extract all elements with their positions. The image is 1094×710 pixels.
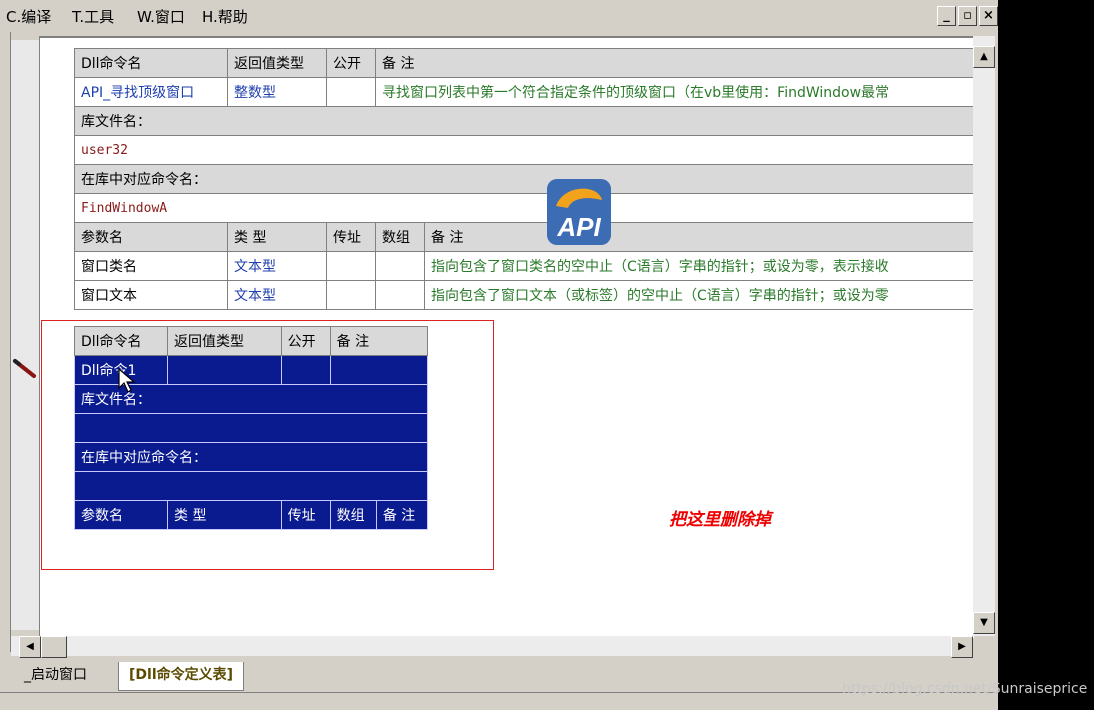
- param-array-cell[interactable]: [375, 280, 425, 310]
- param-byref-cell[interactable]: [326, 280, 376, 310]
- dll-name-cell[interactable]: API_寻找顶级窗口: [74, 77, 228, 107]
- menu-help[interactable]: H.帮助: [202, 6, 248, 27]
- cmd-label: 在库中对应命令名：: [74, 164, 994, 194]
- annotation-text: 把这里删除掉: [669, 510, 771, 530]
- pencil-icon: [13, 359, 36, 378]
- param-type-cell[interactable]: 文本型: [227, 251, 327, 281]
- scroll-right-button[interactable]: ▶: [951, 636, 973, 658]
- param-name-cell[interactable]: 窗口类名: [74, 251, 228, 281]
- tab-startup-window[interactable]: _启动窗口: [14, 662, 97, 690]
- api-logo-icon: API: [547, 179, 611, 245]
- scroll-thumb[interactable]: [41, 636, 67, 658]
- param-name-cell[interactable]: 窗口文本: [74, 280, 228, 310]
- header-cell: 传址: [326, 222, 376, 252]
- header-cell: 参数名: [74, 222, 228, 252]
- return-type-cell[interactable]: 整数型: [227, 77, 327, 107]
- horizontal-scrollbar[interactable]: ◀ ▶: [11, 636, 973, 658]
- note-cell[interactable]: 寻找窗口列表中第一个符合指定条件的顶级窗口（在vb里使用：FindWindow最…: [375, 77, 994, 107]
- table-row[interactable]: 窗口类名 文本型 指向包含了窗口类名的空中止（C语言）字串的指针；或设为零，表示…: [74, 251, 994, 281]
- window-controls: _ ▫ ×: [937, 6, 998, 26]
- header-cell: 备 注: [424, 222, 994, 252]
- svg-text:API: API: [556, 212, 601, 242]
- param-note-cell[interactable]: 指向包含了窗口文本（或标签）的空中止（C语言）字串的指针；或设为零: [424, 280, 994, 310]
- menu-bar: C.编译 T.工具 W.窗口 H.帮助 _ ▫ ×: [0, 0, 998, 32]
- editor-margin: [11, 40, 39, 630]
- header-cell: 备 注: [375, 48, 994, 78]
- header-cell: 数组: [375, 222, 425, 252]
- minimize-button[interactable]: _: [937, 6, 956, 26]
- header-cell: Dll命令名: [74, 48, 228, 78]
- lib-value[interactable]: user32: [74, 135, 994, 165]
- table-row[interactable]: user32: [74, 135, 994, 165]
- header-cell: 类 型: [227, 222, 327, 252]
- scroll-left-button[interactable]: ◀: [19, 636, 41, 658]
- dll-command-table: Dll命令名 返回值类型 公开 备 注 API_寻找顶级窗口 整数型 寻找窗口列…: [74, 48, 994, 310]
- table-row: 在库中对应命令名：: [74, 164, 994, 194]
- menu-tools[interactable]: T.工具: [72, 6, 114, 27]
- param-note-cell[interactable]: 指向包含了窗口类名的空中止（C语言）字串的指针；或设为零，表示接收: [424, 251, 994, 281]
- param-byref-cell[interactable]: [326, 251, 376, 281]
- ide-window: C.编译 T.工具 W.窗口 H.帮助 _ ▫ × Dll命令名 返回值类型 公…: [0, 0, 998, 710]
- table-row: 库文件名：: [74, 106, 994, 136]
- tab-dll-definitions[interactable]: [Dll命令定义表]: [118, 662, 245, 691]
- watermark: https://blog.csdn.net/Sunraiseprice: [842, 681, 1088, 697]
- scroll-down-button[interactable]: ▼: [973, 612, 995, 634]
- public-cell[interactable]: [326, 77, 376, 107]
- menu-window[interactable]: W.窗口: [137, 6, 185, 27]
- param-type-cell[interactable]: 文本型: [227, 280, 327, 310]
- restore-button[interactable]: ▫: [958, 6, 977, 26]
- header-cell: 返回值类型: [227, 48, 327, 78]
- table-row[interactable]: 窗口文本 文本型 指向包含了窗口文本（或标签）的空中止（C语言）字串的指针；或设…: [74, 280, 994, 310]
- param-header-row: 参数名 类 型 传址 数组 备 注: [74, 222, 994, 252]
- close-button[interactable]: ×: [979, 6, 998, 26]
- cmd-value[interactable]: FindWindowA: [74, 193, 994, 223]
- param-array-cell[interactable]: [375, 251, 425, 281]
- menu-compile[interactable]: C.编译: [6, 6, 51, 27]
- table-row[interactable]: FindWindowA: [74, 193, 994, 223]
- scroll-up-button[interactable]: ▲: [973, 46, 995, 68]
- left-gutter: [0, 32, 11, 652]
- lib-label: 库文件名：: [74, 106, 994, 136]
- vertical-scrollbar[interactable]: ▲ ▼: [973, 36, 995, 636]
- table-header-row: Dll命令名 返回值类型 公开 备 注: [74, 48, 994, 78]
- table-row[interactable]: API_寻找顶级窗口 整数型 寻找窗口列表中第一个符合指定条件的顶级窗口（在vb…: [74, 77, 994, 107]
- annotation-box: [41, 320, 494, 570]
- header-cell: 公开: [326, 48, 376, 78]
